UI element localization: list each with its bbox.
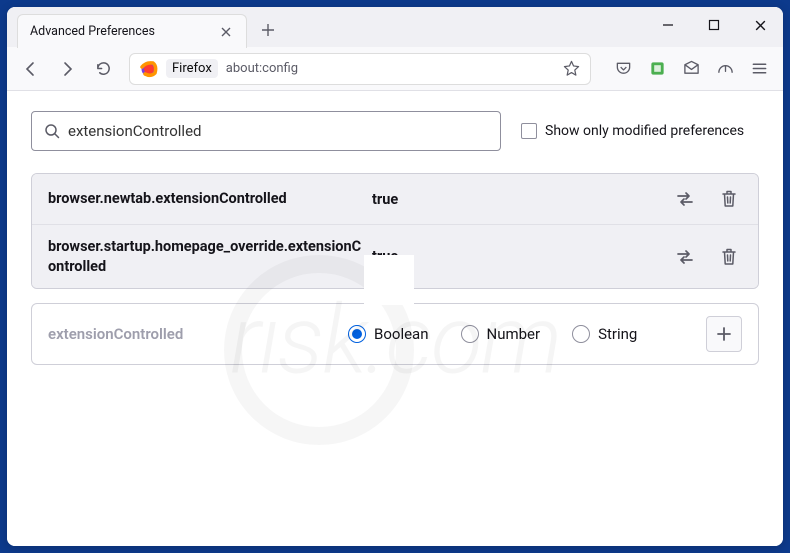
preference-row[interactable]: browser.newtab.extensionControlled true xyxy=(32,174,758,224)
pocket-icon[interactable] xyxy=(607,53,639,85)
bookmark-star-icon[interactable] xyxy=(563,60,580,77)
navbar: Firefox about:config xyxy=(7,47,783,91)
add-preference-name: extensionControlled xyxy=(48,325,348,343)
add-preference-button[interactable] xyxy=(706,316,742,352)
content-area: rısk.com Show only modified preferences … xyxy=(7,91,783,546)
close-tab-icon[interactable] xyxy=(218,24,234,40)
close-window-button[interactable] xyxy=(737,7,783,43)
minimize-button[interactable] xyxy=(645,7,691,43)
checkbox-icon xyxy=(521,123,537,139)
extension-icon[interactable] xyxy=(641,53,673,85)
search-input[interactable] xyxy=(68,122,488,140)
search-icon xyxy=(44,123,60,139)
window-controls xyxy=(645,7,783,43)
delete-icon[interactable] xyxy=(716,186,742,212)
menu-icon[interactable] xyxy=(743,53,775,85)
browser-tab[interactable]: Advanced Preferences xyxy=(17,14,247,48)
radio-boolean[interactable]: Boolean xyxy=(348,325,429,343)
preference-row[interactable]: browser.startup.homepage_override.extens… xyxy=(32,224,758,288)
back-button[interactable] xyxy=(15,53,47,85)
radio-icon xyxy=(348,325,366,343)
titlebar: Advanced Preferences xyxy=(7,7,783,47)
preference-value: true xyxy=(368,191,672,208)
radio-number[interactable]: Number xyxy=(461,325,541,343)
preferences-table: browser.newtab.extensionControlled true … xyxy=(31,173,759,289)
preference-name: browser.newtab.extensionControlled xyxy=(48,189,368,209)
search-box[interactable] xyxy=(31,111,501,151)
modified-only-checkbox[interactable]: Show only modified preferences xyxy=(521,123,744,139)
mail-icon[interactable] xyxy=(675,53,707,85)
radio-icon xyxy=(572,325,590,343)
search-row: Show only modified preferences xyxy=(31,111,759,151)
activity-icon[interactable] xyxy=(709,53,741,85)
forward-button[interactable] xyxy=(51,53,83,85)
maximize-button[interactable] xyxy=(691,7,737,43)
preference-value: true xyxy=(368,248,672,265)
radio-icon xyxy=(461,325,479,343)
toggle-icon[interactable] xyxy=(672,244,698,270)
new-tab-button[interactable] xyxy=(253,15,283,45)
urlbar-url: about:config xyxy=(226,61,555,76)
radio-label: String xyxy=(598,325,637,343)
radio-label: Number xyxy=(487,325,541,343)
urlbar-product-label: Firefox xyxy=(166,59,218,78)
preference-name: browser.startup.homepage_override.extens… xyxy=(48,237,368,276)
radio-label: Boolean xyxy=(374,325,429,343)
urlbar[interactable]: Firefox about:config xyxy=(129,53,591,85)
radio-string[interactable]: String xyxy=(572,325,637,343)
type-radio-group: Boolean Number String xyxy=(348,325,706,343)
browser-window: Advanced Preferences xyxy=(7,7,783,546)
delete-icon[interactable] xyxy=(716,244,742,270)
tab-title: Advanced Preferences xyxy=(30,24,218,39)
add-preference-row: extensionControlled Boolean Number Strin… xyxy=(31,303,759,365)
toggle-icon[interactable] xyxy=(672,186,698,212)
firefox-logo-icon xyxy=(140,60,158,78)
modified-only-label: Show only modified preferences xyxy=(545,123,744,139)
reload-button[interactable] xyxy=(87,53,119,85)
